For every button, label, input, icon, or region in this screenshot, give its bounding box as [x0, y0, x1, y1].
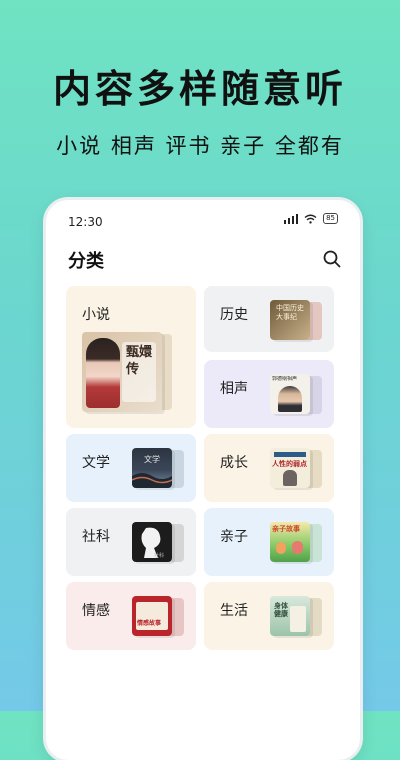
phone-frame: 12:30 85 分类 小说 甄嬛传 历史 中国历史大事纪 相声 郭德纲相声 文… — [46, 200, 360, 760]
category-card-history[interactable]: 历史 中国历史大事纪 — [204, 286, 334, 352]
subheadline: 小说 相声 评书 亲子 全都有 — [56, 134, 344, 158]
category-label: 相声 — [220, 381, 248, 397]
headline: 内容多样随意听 — [52, 67, 347, 111]
book-cover-title: 亲子故事 — [272, 525, 300, 533]
category-label: 成长 — [220, 455, 248, 471]
category-label: 生活 — [220, 603, 248, 619]
category-card-parenting[interactable]: 亲子 亲子故事 — [204, 508, 334, 576]
search-icon[interactable] — [322, 249, 342, 269]
book-cover-crosstalk: 郭德纲相声 — [270, 374, 310, 414]
status-bar: 12:30 85 — [46, 200, 360, 240]
page-title: 分类 — [68, 251, 104, 272]
book-cover-life: 身体健康 — [270, 596, 310, 636]
book-cover-title: 中国历史大事纪 — [276, 304, 304, 321]
category-card-emotion[interactable]: 情感 情感故事 — [66, 582, 196, 650]
book-cover-title: 社科 — [154, 553, 165, 559]
book-cover-growth: 人性的弱点 — [270, 448, 310, 488]
book-cover-title: 情感故事 — [137, 620, 162, 627]
book-cover-history: 中国历史大事纪 — [270, 300, 310, 340]
book-cover-title: 甄嬛传 — [126, 345, 153, 377]
silhouette-icon — [141, 527, 161, 558]
book-cover-literature: 文学 — [132, 448, 172, 488]
book-cover-title: 身体健康 — [274, 602, 288, 618]
book-cover-parenting: 亲子故事 — [270, 522, 310, 562]
category-label: 文学 — [82, 455, 110, 471]
category-label: 情感 — [82, 603, 110, 619]
book-cover-novel: 甄嬛传 — [82, 332, 162, 412]
signal-icon — [284, 213, 299, 224]
battery-icon: 85 — [323, 213, 338, 224]
wifi-icon — [304, 214, 317, 224]
book-cover-title: 人性的弱点 — [272, 460, 307, 468]
category-card-literature[interactable]: 文学 文学 — [66, 434, 196, 502]
book-cover-title: 文学 — [144, 455, 160, 464]
category-card-social-science[interactable]: 社科 社科 — [66, 508, 196, 576]
book-cover-title: 郭德纲相声 — [272, 376, 298, 382]
category-label: 小说 — [82, 307, 110, 323]
book-cover-social-science: 社科 — [132, 522, 172, 562]
category-card-crosstalk[interactable]: 相声 郭德纲相声 — [204, 360, 334, 428]
category-card-life[interactable]: 生活 身体健康 — [204, 582, 334, 650]
status-time: 12:30 — [68, 215, 103, 229]
category-label: 社科 — [82, 529, 110, 545]
category-card-growth[interactable]: 成长 人性的弱点 — [204, 434, 334, 502]
category-label: 亲子 — [220, 529, 248, 545]
category-card-novel[interactable]: 小说 甄嬛传 — [66, 286, 196, 428]
book-cover-emotion: 情感故事 — [132, 596, 172, 636]
category-label: 历史 — [220, 307, 248, 323]
